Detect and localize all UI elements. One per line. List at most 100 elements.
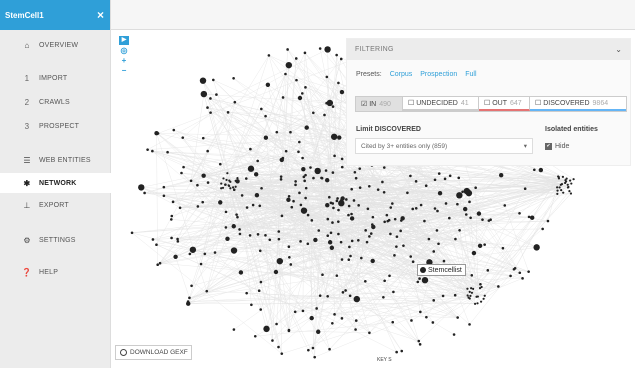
- graph-node[interactable]: [206, 181, 210, 184]
- graph-node[interactable]: [326, 234, 330, 237]
- graph-node[interactable]: [529, 215, 535, 220]
- graph-node[interactable]: [558, 186, 561, 189]
- graph-node[interactable]: [414, 180, 418, 183]
- graph-node[interactable]: [331, 322, 334, 325]
- graph-node[interactable]: [456, 202, 459, 206]
- graph-node[interactable]: [395, 235, 399, 238]
- graph-node[interactable]: [256, 233, 260, 236]
- graph-node[interactable]: [209, 97, 212, 100]
- graph-node[interactable]: [461, 190, 464, 194]
- graph-node[interactable]: [178, 206, 182, 210]
- graph-node[interactable]: [258, 249, 262, 253]
- graph-node[interactable]: [349, 254, 352, 258]
- graph-node[interactable]: [294, 183, 297, 187]
- graph-node[interactable]: [382, 295, 385, 299]
- graph-node[interactable]: [301, 309, 305, 313]
- graph-node[interactable]: [300, 207, 308, 214]
- graph-node[interactable]: [264, 114, 267, 118]
- graph-node[interactable]: [170, 214, 174, 218]
- status-tab-discovered[interactable]: ☐ DISCOVERED 9864: [530, 97, 626, 111]
- graph-node[interactable]: [298, 140, 301, 144]
- graph-node[interactable]: [201, 173, 206, 178]
- graph-node[interactable]: [263, 325, 270, 333]
- graph-node[interactable]: [162, 194, 166, 198]
- graph-node[interactable]: [472, 287, 475, 290]
- graph-node[interactable]: [234, 179, 237, 182]
- graph-node[interactable]: [437, 191, 443, 196]
- graph-node[interactable]: [561, 175, 565, 178]
- graph-node[interactable]: [453, 293, 457, 297]
- graph-node[interactable]: [265, 82, 271, 87]
- graph-node[interactable]: [409, 174, 412, 178]
- graph-node[interactable]: [293, 310, 297, 314]
- graph-node[interactable]: [287, 329, 291, 333]
- graph-node[interactable]: [470, 287, 473, 290]
- graph-node[interactable]: [229, 187, 232, 190]
- graph-node[interactable]: [350, 239, 354, 243]
- graph-node[interactable]: [419, 203, 423, 207]
- graph-node[interactable]: [218, 200, 223, 205]
- graph-node[interactable]: [331, 105, 335, 108]
- graph-node[interactable]: [339, 57, 343, 61]
- graph-node[interactable]: [244, 177, 248, 180]
- zoom-in-button[interactable]: +: [119, 56, 129, 65]
- graph-node[interactable]: [513, 266, 517, 270]
- graph-node[interactable]: [285, 61, 293, 69]
- graph-node[interactable]: [368, 331, 371, 335]
- graph-node[interactable]: [432, 299, 436, 302]
- sidebar-item-web-entities[interactable]: ☰ WEB ENTITIES: [0, 150, 111, 170]
- graph-node[interactable]: [221, 186, 225, 189]
- graph-node[interactable]: [337, 81, 340, 85]
- graph-node[interactable]: [464, 213, 468, 216]
- graph-node[interactable]: [263, 135, 269, 140]
- graph-node[interactable]: [209, 111, 212, 114]
- graph-node[interactable]: [203, 252, 207, 256]
- graph-node[interactable]: [312, 111, 315, 115]
- graph-node[interactable]: [358, 167, 362, 170]
- graph-node[interactable]: [225, 178, 228, 182]
- graph-node[interactable]: [228, 184, 231, 188]
- graph-node[interactable]: [419, 310, 422, 314]
- graph-node[interactable]: [224, 183, 227, 186]
- graph-node[interactable]: [182, 165, 185, 169]
- graph-node[interactable]: [304, 196, 307, 200]
- graph-node[interactable]: [286, 197, 291, 203]
- limit-discovered-select[interactable]: Cited by 3+ entities only (859) ▾: [355, 138, 533, 154]
- graph-node[interactable]: [304, 86, 307, 89]
- graph-node[interactable]: [294, 180, 297, 183]
- graph-node[interactable]: [290, 205, 294, 209]
- graph-node[interactable]: [271, 339, 274, 342]
- graph-node[interactable]: [360, 256, 363, 260]
- graph-node[interactable]: [224, 210, 228, 214]
- graph-node[interactable]: [275, 322, 278, 326]
- graph-node[interactable]: [454, 237, 457, 241]
- graph-node[interactable]: [572, 178, 575, 181]
- graph-node[interactable]: [348, 245, 351, 249]
- graph-node[interactable]: [341, 198, 344, 201]
- graph-node[interactable]: [328, 347, 331, 351]
- graph-node[interactable]: [441, 294, 445, 298]
- graph-node[interactable]: [287, 245, 291, 249]
- graph-node[interactable]: [393, 217, 397, 221]
- graph-node[interactable]: [523, 187, 527, 191]
- graph-node[interactable]: [318, 294, 322, 297]
- graph-node[interactable]: [301, 92, 304, 95]
- graph-node[interactable]: [527, 215, 531, 219]
- graph-node[interactable]: [562, 191, 565, 194]
- graph-node[interactable]: [392, 290, 395, 294]
- graph-node[interactable]: [213, 251, 217, 254]
- graph-node[interactable]: [279, 178, 283, 181]
- graph-node[interactable]: [357, 204, 360, 207]
- graph-node[interactable]: [297, 150, 300, 154]
- graph-node[interactable]: [399, 229, 402, 233]
- graph-node[interactable]: [176, 237, 179, 241]
- graph-node[interactable]: [497, 285, 500, 288]
- graph-node[interactable]: [236, 177, 239, 180]
- graph-node[interactable]: [354, 328, 357, 331]
- graph-node[interactable]: [347, 258, 351, 262]
- graph-node[interactable]: [287, 194, 291, 198]
- graph-node[interactable]: [304, 186, 308, 190]
- graph-node[interactable]: [312, 176, 315, 180]
- graph-node[interactable]: [435, 229, 439, 232]
- graph-node[interactable]: [466, 287, 469, 290]
